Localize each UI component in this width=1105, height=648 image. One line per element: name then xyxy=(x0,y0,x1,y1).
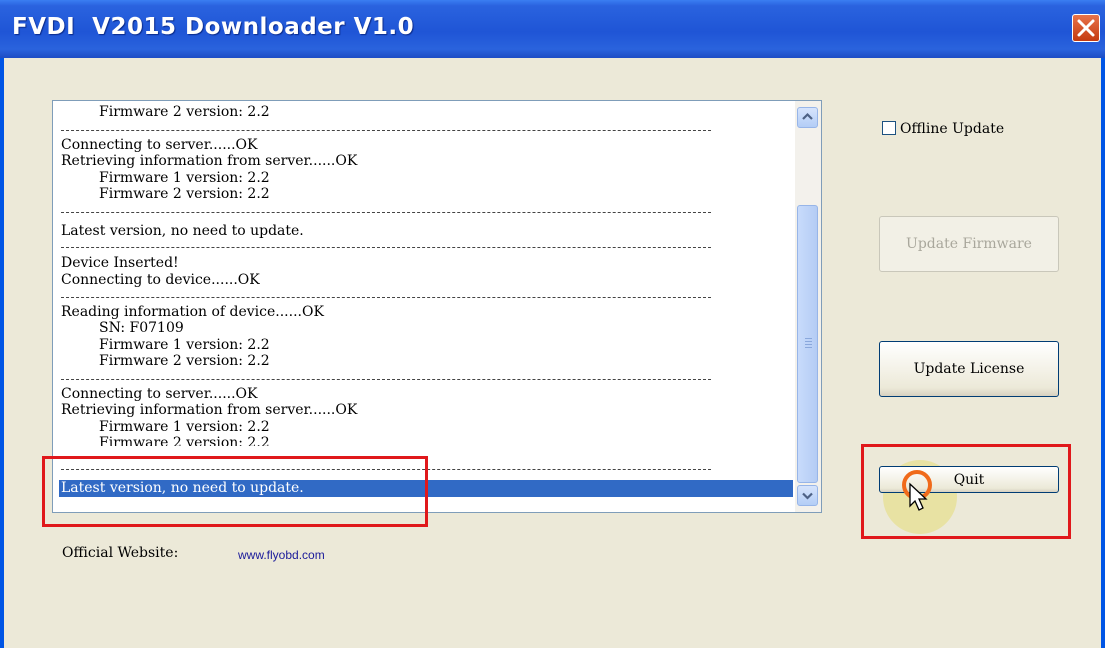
log-line: Firmware 1 version: 2.2 xyxy=(99,170,270,186)
log-line: Firmware 1 version: 2.2 xyxy=(99,337,270,353)
update-license-label: Update License xyxy=(913,361,1025,377)
grip-line xyxy=(805,344,812,345)
update-firmware-button[interactable]: Update Firmware xyxy=(879,216,1059,272)
log-line: Latest version, no need to update. xyxy=(61,223,304,239)
scroll-up-button[interactable] xyxy=(797,107,818,128)
log-line: Firmware 2 version: 2.2 xyxy=(99,104,270,120)
scroll-thumb[interactable] xyxy=(797,205,818,483)
highlight-box-quit xyxy=(861,444,1071,539)
close-icon xyxy=(1077,19,1095,37)
log-line: Firmware 1 version: 2.2 xyxy=(99,419,270,435)
window-title: FVDI V2015 Downloader V1.0 xyxy=(12,14,415,40)
log-line: Connecting to device......OK xyxy=(61,272,260,288)
offline-update-checkbox[interactable] xyxy=(882,121,896,135)
chevron-down-icon xyxy=(802,492,813,500)
log-separator xyxy=(61,297,711,298)
log-line: Retrieving information from server......… xyxy=(61,402,358,418)
update-firmware-label: Update Firmware xyxy=(906,236,1032,252)
log-line: Connecting to server......OK xyxy=(61,386,258,402)
official-website-label: Official Website: xyxy=(62,545,179,561)
log-separator xyxy=(61,212,711,213)
grip-line xyxy=(805,338,812,339)
highlight-box-log xyxy=(42,456,428,527)
log-line: Retrieving information from server......… xyxy=(61,153,358,169)
offline-update-label[interactable]: Offline Update xyxy=(900,121,1004,137)
log-content: Firmware 2 version: 2.2 Connecting to se… xyxy=(53,101,795,512)
log-line: Firmware 2 version: 2.2 xyxy=(99,186,270,202)
log-line: Device Inserted! xyxy=(61,255,179,271)
log-line: Reading information of device......OK xyxy=(61,304,324,320)
log-listbox[interactable]: Firmware 2 version: 2.2 Connecting to se… xyxy=(52,100,822,513)
log-line: Firmware 2 version: 2.2 xyxy=(99,353,270,369)
close-button[interactable] xyxy=(1072,14,1100,42)
grip-line xyxy=(805,341,812,342)
title-bar[interactable]: FVDI V2015 Downloader V1.0 xyxy=(0,0,1105,58)
log-scrollbar[interactable] xyxy=(795,101,821,512)
chevron-up-icon xyxy=(802,112,813,120)
log-line: SN: F07109 xyxy=(99,320,184,336)
update-license-button[interactable]: Update License xyxy=(879,341,1059,397)
log-line: Firmware 2 version: 2.2 xyxy=(99,436,270,446)
log-line: Connecting to server......OK xyxy=(61,137,258,153)
grip-line xyxy=(805,347,812,348)
log-separator xyxy=(61,130,711,131)
website-link[interactable]: www.flyobd.com xyxy=(238,548,325,562)
log-separator xyxy=(61,247,711,248)
scroll-down-button[interactable] xyxy=(797,485,818,506)
log-separator xyxy=(61,379,711,380)
